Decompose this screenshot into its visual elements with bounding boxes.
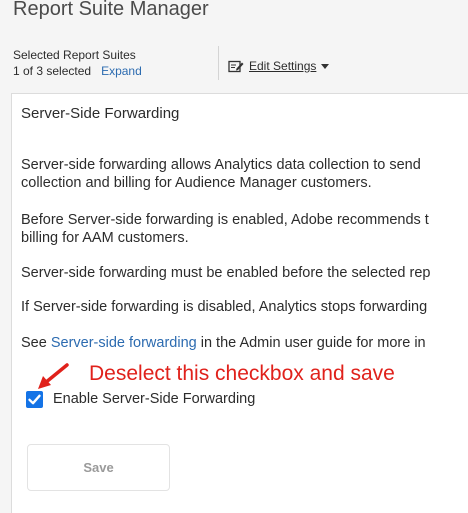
edit-settings-button[interactable]: Edit Settings bbox=[228, 58, 330, 74]
description-paragraph-3: Server-side forwarding must be enabled b… bbox=[21, 265, 431, 281]
selection-count: 1 of 3 selected bbox=[13, 64, 92, 78]
enable-server-side-forwarding-checkbox[interactable] bbox=[26, 391, 43, 408]
paragraph-line: collection and billing for Audience Mana… bbox=[21, 175, 372, 191]
selection-count-row: 1 of 3 selected Expand bbox=[13, 63, 142, 79]
paragraph-text: in the Admin user guide for more in bbox=[196, 335, 426, 351]
paragraph-line: billing for AAM customers. bbox=[21, 230, 189, 246]
edit-icon bbox=[228, 59, 244, 73]
description-paragraph-5: See Server-side forwarding in the Admin … bbox=[21, 334, 426, 352]
server-side-forwarding-link[interactable]: Server-side forwarding bbox=[51, 335, 197, 351]
description-paragraph-2: Before Server-side forwarding is enabled… bbox=[21, 211, 429, 247]
checkbox-label: Enable Server-Side Forwarding bbox=[53, 391, 256, 407]
paragraph-line: Server-side forwarding allows Analytics … bbox=[21, 157, 421, 173]
description-paragraph-4: If Server-side forwarding is disabled, A… bbox=[21, 299, 428, 315]
save-button[interactable]: Save bbox=[27, 444, 170, 491]
toolbar-divider bbox=[218, 46, 219, 80]
app-title: Report Suite Manager bbox=[13, 0, 209, 20]
panel-title: Server-Side Forwarding bbox=[21, 105, 180, 122]
paragraph-line: Before Server-side forwarding is enabled… bbox=[21, 212, 429, 228]
paragraph-text: See bbox=[21, 335, 51, 351]
selected-report-suites-label: Selected Report Suites bbox=[13, 48, 136, 62]
annotation-text: Deselect this checkbox and save bbox=[89, 362, 395, 385]
edit-settings-label: Edit Settings bbox=[249, 59, 317, 73]
selected-report-suites: Selected Report Suites 1 of 3 selected E… bbox=[13, 47, 142, 79]
checkmark-icon bbox=[28, 394, 41, 405]
caret-down-icon bbox=[321, 63, 330, 69]
description-paragraph-1: Server-side forwarding allows Analytics … bbox=[21, 156, 421, 192]
expand-link[interactable]: Expand bbox=[101, 63, 142, 79]
